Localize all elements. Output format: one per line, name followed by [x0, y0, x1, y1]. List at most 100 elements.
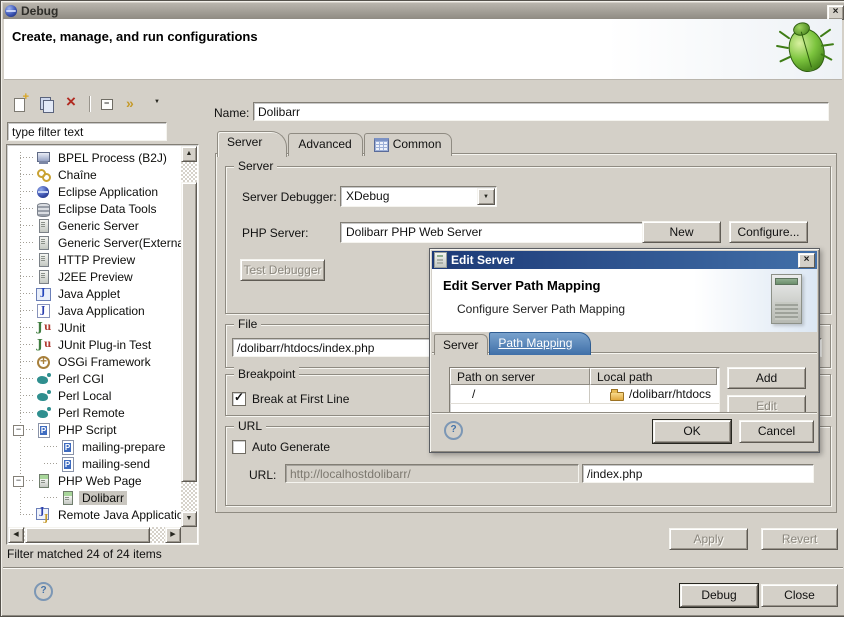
- tree-item[interactable]: J2EE Preview: [8, 268, 181, 285]
- ok-button[interactable]: OK: [653, 420, 731, 443]
- debug-button[interactable]: Debug: [680, 584, 758, 607]
- eclipse-logo-icon: [5, 5, 17, 17]
- sidebar-toolbar: [7, 93, 172, 115]
- column-header[interactable]: Local path: [590, 368, 717, 385]
- break-first-line-checkbox[interactable]: [232, 392, 246, 406]
- help-icon[interactable]: ?: [444, 421, 463, 440]
- tree-item-label: JUnit: [55, 321, 88, 335]
- tree-item[interactable]: Perl CGI: [8, 370, 181, 387]
- edit-server-dialog: Edit Server × Edit Server Path Mapping C…: [429, 248, 820, 453]
- tree-vertical-scrollbar[interactable]: ▲ ▼: [181, 146, 197, 527]
- tab-common[interactable]: Common: [364, 133, 453, 156]
- tree-item[interactable]: JUnit: [8, 319, 181, 336]
- dialog-close-button[interactable]: ×: [798, 253, 815, 268]
- new-configuration-button[interactable]: [8, 93, 32, 115]
- perl-icon: [36, 406, 52, 420]
- apply-button[interactable]: Apply: [669, 528, 748, 550]
- php-file-icon: [60, 457, 76, 471]
- server-icon: [434, 252, 447, 268]
- tab-advanced[interactable]: Advanced: [288, 133, 362, 156]
- window-titlebar[interactable]: Debug ×: [3, 3, 844, 19]
- tree-horizontal-scrollbar[interactable]: ◀ ▶: [8, 527, 181, 543]
- tree-item[interactable]: Dolibarr: [8, 489, 181, 506]
- scroll-left-button[interactable]: ◀: [8, 527, 24, 543]
- tree-item[interactable]: Eclipse Application: [8, 183, 181, 200]
- tree-item-label: PHP Script: [55, 423, 119, 437]
- scroll-right-button[interactable]: ▶: [165, 527, 181, 543]
- server-debugger-label: Server Debugger:: [242, 190, 337, 204]
- revert-button[interactable]: Revert: [761, 528, 838, 550]
- table-icon: [374, 138, 389, 152]
- dialog-tabs: ServerPath Mapping: [434, 332, 592, 355]
- perl-icon: [36, 389, 52, 403]
- eclipse-application-icon: [36, 185, 52, 199]
- duplicate-icon: [38, 96, 54, 112]
- tree-item[interactable]: Generic Server(External La: [8, 234, 181, 251]
- vertical-scroll-thumb[interactable]: [181, 182, 197, 482]
- column-header[interactable]: Path on server: [450, 368, 590, 385]
- tree-item[interactable]: mailing-prepare: [8, 438, 181, 455]
- server-tower-icon: [771, 274, 802, 324]
- tree-item[interactable]: HTTP Preview: [8, 251, 181, 268]
- name-input[interactable]: [253, 102, 829, 121]
- collapse-all-button[interactable]: [95, 93, 119, 115]
- duplicate-configuration-button[interactable]: [34, 93, 58, 115]
- tree-item-label: OSGi Framework: [55, 355, 154, 369]
- tab-server[interactable]: Server: [217, 131, 287, 157]
- test-debugger-button[interactable]: Test Debugger: [240, 259, 325, 281]
- collapse-toggle[interactable]: −: [13, 476, 24, 487]
- breakpoint-group-title: Breakpoint: [234, 367, 299, 381]
- tree-item[interactable]: − PHP Script: [8, 421, 181, 438]
- collapse-toggle[interactable]: −: [13, 425, 24, 436]
- dialog-titlebar[interactable]: Edit Server ×: [432, 251, 817, 269]
- table-row[interactable]: //dolibarr/htdocs: [450, 385, 719, 404]
- php-server-label: PHP Server:: [242, 226, 308, 240]
- name-label: Name:: [214, 106, 249, 120]
- configure-server-button[interactable]: Configure...: [729, 221, 808, 243]
- collapse-all-icon: [99, 96, 115, 112]
- help-icon[interactable]: ?: [34, 582, 53, 601]
- tree-item[interactable]: BPEL Process (B2J): [8, 149, 181, 166]
- tree-item[interactable]: Perl Local: [8, 387, 181, 404]
- chevron-down-icon[interactable]: ▼: [477, 188, 495, 205]
- tree-item[interactable]: mailing-send: [8, 455, 181, 472]
- junit-icon: [36, 321, 52, 335]
- delete-configuration-button[interactable]: [60, 93, 84, 115]
- add-mapping-button[interactable]: Add: [727, 367, 806, 389]
- tree-item[interactable]: Chaîne: [8, 166, 181, 183]
- dialog-tab-server[interactable]: Server: [434, 334, 488, 355]
- tree-item-label: mailing-send: [79, 457, 153, 471]
- window-title: Debug: [21, 4, 58, 18]
- tree-item-label: Eclipse Data Tools: [55, 202, 160, 216]
- tree-item[interactable]: Java Application: [8, 302, 181, 319]
- window-close-button[interactable]: ×: [827, 5, 844, 20]
- tree-item[interactable]: Generic Server: [8, 217, 181, 234]
- close-button[interactable]: Close: [761, 584, 838, 607]
- cancel-button[interactable]: Cancel: [739, 420, 814, 443]
- filter-button[interactable]: [121, 93, 145, 115]
- tree-item[interactable]: Java Applet: [8, 285, 181, 302]
- new-config-icon: [12, 96, 28, 112]
- edit-mapping-button[interactable]: Edit: [727, 395, 806, 413]
- tree-item-label: Eclipse Application: [55, 185, 161, 199]
- new-server-button[interactable]: New: [642, 221, 721, 243]
- auto-generate-checkbox[interactable]: [232, 440, 246, 454]
- php-server-select[interactable]: Dolibarr PHP Web Server ▼: [340, 222, 665, 243]
- filter-menu-caret[interactable]: [147, 93, 171, 115]
- tree-item[interactable]: −PHP Web Page: [8, 472, 181, 489]
- dialog-tab-path-mapping[interactable]: Path Mapping: [489, 332, 591, 355]
- url-path-input[interactable]: [582, 464, 814, 483]
- tree-item[interactable]: Eclipse Data Tools: [8, 200, 181, 217]
- filter-input[interactable]: [7, 122, 167, 141]
- horizontal-scroll-thumb[interactable]: [25, 527, 150, 543]
- scroll-down-button[interactable]: ▼: [181, 511, 197, 527]
- tree-item[interactable]: Perl Remote: [8, 404, 181, 421]
- tree-item-label: Remote Java Application: [55, 508, 181, 522]
- server-debugger-select[interactable]: XDebug ▼: [340, 186, 497, 207]
- scroll-up-button[interactable]: ▲: [181, 146, 197, 162]
- tree-item-label: Generic Server: [55, 219, 142, 233]
- tree-item[interactable]: JUnit Plug-in Test: [8, 336, 181, 353]
- url-base-input[interactable]: [285, 464, 579, 483]
- tree-item[interactable]: OSGi Framework: [8, 353, 181, 370]
- tree-item[interactable]: Remote Java Application: [8, 506, 181, 523]
